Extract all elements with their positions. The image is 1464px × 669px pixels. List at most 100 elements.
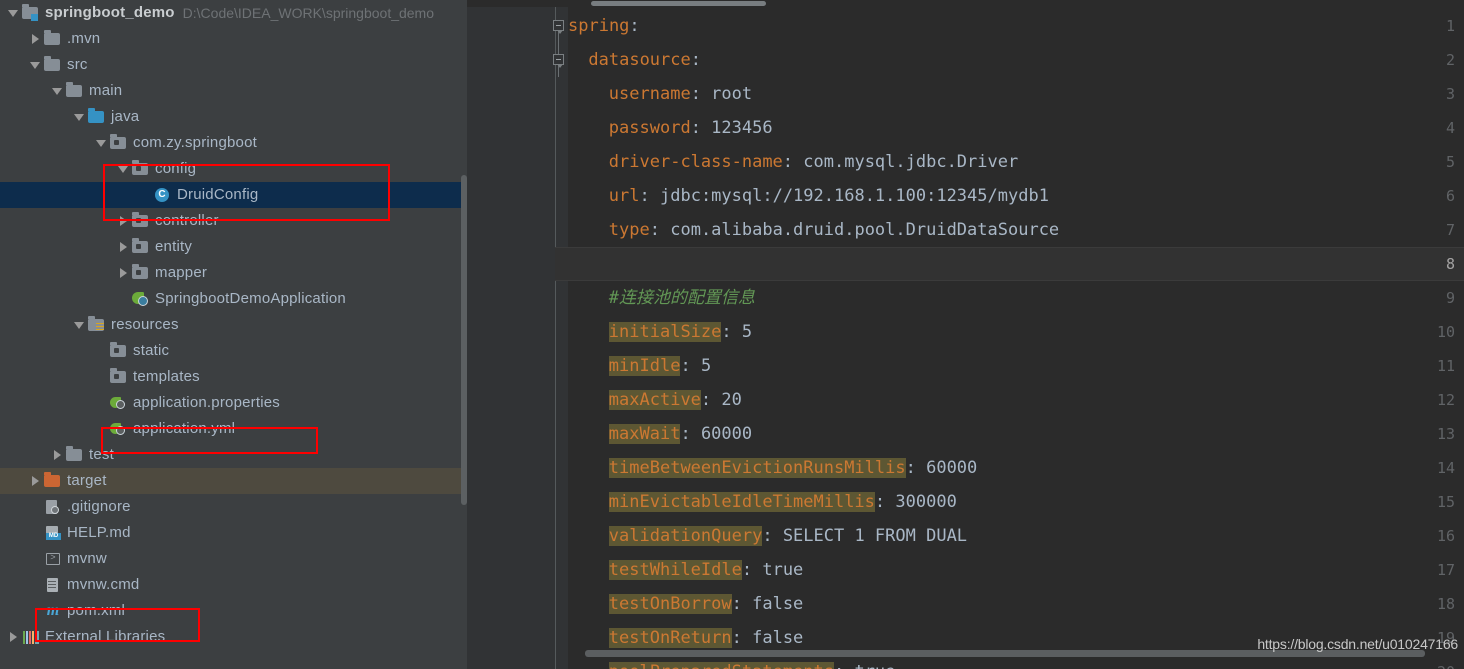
no-chevron-spacer bbox=[96, 397, 108, 409]
chevron-down-icon[interactable] bbox=[30, 59, 42, 71]
no-chevron-spacer bbox=[96, 371, 108, 383]
tree-node-label: SpringbootDemoApplication bbox=[155, 290, 346, 307]
code-token: false bbox=[752, 628, 804, 648]
highlighted-key-token: initialSize bbox=[608, 322, 722, 342]
highlighted-key-token: minIdle bbox=[608, 356, 681, 376]
code-token: url bbox=[608, 186, 640, 206]
scrollbar-thumb[interactable] bbox=[591, 1, 766, 6]
code-fold-toggle[interactable] bbox=[553, 20, 564, 34]
code-line[interactable]: username: root bbox=[609, 77, 752, 111]
code-line[interactable]: maxWait: 60000 bbox=[608, 417, 752, 451]
tree-node-gitignore[interactable]: .gitignore bbox=[0, 494, 467, 520]
chevron-right-icon[interactable] bbox=[8, 631, 20, 643]
code-line[interactable]: #连接池的配置信息 bbox=[609, 281, 755, 315]
editor-horizontal-scrollbar-top[interactable] bbox=[467, 0, 1464, 7]
code-token: : bbox=[721, 322, 742, 342]
highlighted-key-token: maxWait bbox=[608, 424, 681, 444]
code-token: 300000 bbox=[895, 492, 957, 512]
chevron-down-icon[interactable] bbox=[74, 111, 86, 123]
tree-node-label: main bbox=[89, 82, 123, 99]
code-line[interactable]: password: 123456 bbox=[609, 111, 773, 145]
code-fold-toggle[interactable] bbox=[553, 54, 564, 68]
code-line[interactable]: maxActive: 20 bbox=[608, 383, 742, 417]
tree-node-controller[interactable]: controller bbox=[0, 208, 467, 234]
chevron-down-icon[interactable] bbox=[8, 7, 20, 19]
line-number: 9 bbox=[1445, 289, 1455, 307]
code-token: 20 bbox=[721, 390, 742, 410]
external-libraries-icon bbox=[22, 629, 40, 645]
chevron-right-icon[interactable] bbox=[30, 475, 42, 487]
code-token: #连接池的配置信息 bbox=[608, 288, 756, 308]
tree-node-target[interactable]: target bbox=[0, 468, 467, 494]
tree-node-entity[interactable]: entity bbox=[0, 234, 467, 260]
editor-gutter[interactable] bbox=[467, 0, 544, 669]
scrollbar-thumb[interactable] bbox=[461, 175, 467, 505]
code-token: : bbox=[700, 390, 722, 410]
code-line[interactable]: timeBetweenEvictionRunsMillis: 60000 bbox=[608, 451, 977, 485]
highlighted-key-token: poolPreparedStatements bbox=[608, 662, 834, 669]
editor-fold-rail[interactable] bbox=[544, 0, 568, 669]
code-line[interactable]: driver-class-name: com.mysql.jdbc.Driver bbox=[609, 145, 1018, 179]
folder-icon bbox=[44, 56, 62, 73]
tree-node-help-md[interactable]: HELP.md bbox=[0, 520, 467, 546]
code-token: datasource bbox=[588, 50, 691, 70]
chevron-right-icon[interactable] bbox=[30, 33, 42, 45]
code-editor[interactable]: 1 spring: 2 datasource: 3 username: root 4 pass… bbox=[467, 0, 1464, 669]
package-folder-icon bbox=[132, 160, 150, 177]
tree-node-pom-xml[interactable]: m pom.xml bbox=[0, 598, 467, 624]
project-tree-scrollbar[interactable] bbox=[461, 0, 467, 669]
tree-node-src[interactable]: src bbox=[0, 52, 467, 78]
tree-node-springbootdemoapplication[interactable]: SpringbootDemoApplication bbox=[0, 286, 467, 312]
tree-node-java[interactable]: java bbox=[0, 104, 467, 130]
tree-node-label: mvnw bbox=[67, 550, 107, 567]
tree-node-springboot-demo[interactable]: springboot_demo D:\Code\IDEA_WORK\springb… bbox=[0, 0, 467, 26]
code-line[interactable]: initialSize: 5 bbox=[608, 315, 752, 349]
code-line[interactable]: validationQuery: SELECT 1 FROM DUAL bbox=[608, 519, 967, 553]
tree-node-main[interactable]: main bbox=[0, 78, 467, 104]
code-line[interactable]: type: com.alibaba.druid.pool.DruidDataSo… bbox=[609, 213, 1059, 247]
cmd-script-icon bbox=[44, 577, 62, 593]
chevron-down-icon[interactable] bbox=[52, 85, 64, 97]
tree-node-external-libraries[interactable]: External Libraries bbox=[0, 624, 467, 650]
chevron-down-icon[interactable] bbox=[118, 163, 130, 175]
tree-node-label: com.zy.springboot bbox=[133, 134, 258, 151]
chevron-down-icon[interactable] bbox=[74, 319, 86, 331]
code-line[interactable]: testOnBorrow: false bbox=[608, 587, 803, 621]
tree-node-static[interactable]: static bbox=[0, 338, 467, 364]
code-line[interactable]: datasource: bbox=[588, 43, 701, 77]
tree-node-mapper[interactable]: mapper bbox=[0, 260, 467, 286]
chevron-down-icon[interactable] bbox=[96, 137, 108, 149]
chevron-right-icon[interactable] bbox=[118, 215, 130, 227]
highlighted-key-token: testOnReturn bbox=[608, 628, 732, 648]
gutter-separator bbox=[555, 0, 556, 669]
tree-node-label: resources bbox=[111, 316, 179, 333]
highlighted-key-token: testOnBorrow bbox=[608, 594, 732, 614]
project-tool-window[interactable]: springboot_demo D:\Code\IDEA_WORK\springb… bbox=[0, 0, 467, 669]
tree-node-test[interactable]: test bbox=[0, 442, 467, 468]
tree-node-templates[interactable]: templates bbox=[0, 364, 467, 390]
tree-node-application-yml[interactable]: application.yml bbox=[0, 416, 467, 442]
chevron-right-icon[interactable] bbox=[118, 241, 130, 253]
tree-node-application-properties[interactable]: application.properties bbox=[0, 390, 467, 416]
code-line[interactable]: url: jdbc:mysql://192.168.1.100:12345/my… bbox=[609, 179, 1049, 213]
highlighted-key-token: testWhileIdle bbox=[608, 560, 742, 580]
tree-node-druidconfig[interactable]: C DruidConfig bbox=[0, 182, 467, 208]
chevron-right-icon[interactable] bbox=[118, 267, 130, 279]
tree-node-com-zy-springboot[interactable]: com.zy.springboot bbox=[0, 130, 467, 156]
tree-node-config[interactable]: config bbox=[0, 156, 467, 182]
line-number: 8 bbox=[1445, 255, 1455, 273]
spring-boot-app-icon bbox=[132, 291, 150, 307]
no-chevron-spacer bbox=[30, 579, 42, 591]
code-line[interactable]: minEvictableIdleTimeMillis: 300000 bbox=[608, 485, 957, 519]
tree-node-mvnw-cmd[interactable]: mvnw.cmd bbox=[0, 572, 467, 598]
package-folder-icon bbox=[110, 368, 128, 385]
code-line[interactable]: spring: bbox=[568, 9, 640, 43]
code-line[interactable]: minIdle: 5 bbox=[608, 349, 711, 383]
tree-node-mvn[interactable]: .mvn bbox=[0, 26, 467, 52]
code-line[interactable]: testWhileIdle: true bbox=[608, 553, 803, 587]
tree-node-mvnw[interactable]: > mvnw bbox=[0, 546, 467, 572]
package-folder-icon bbox=[132, 264, 150, 281]
line-number: 5 bbox=[1445, 153, 1455, 171]
tree-node-resources[interactable]: resources bbox=[0, 312, 467, 338]
chevron-right-icon[interactable] bbox=[52, 449, 64, 461]
